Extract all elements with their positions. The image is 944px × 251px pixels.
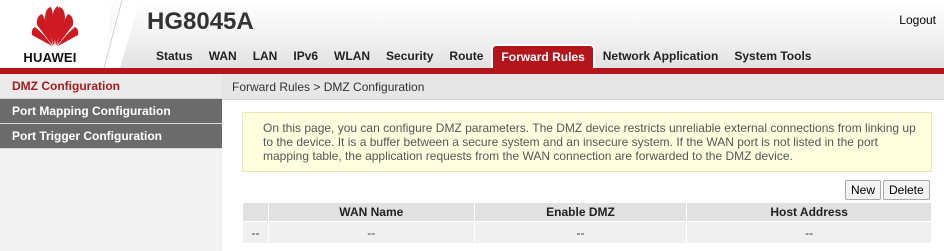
- new-button[interactable]: New: [845, 180, 882, 200]
- enable-dmz-cell: --: [473, 221, 688, 244]
- nav-ipv6[interactable]: IPv6: [285, 44, 326, 68]
- enable-dmz-header: Enable DMZ: [473, 202, 688, 222]
- main-nav: Status WAN LAN IPv6 WLAN Security Route …: [148, 44, 819, 68]
- top-header: HUAWEI HG8045A Logout Status WAN LAN IPv…: [0, 0, 944, 68]
- nav-wlan[interactable]: WLAN: [326, 44, 378, 68]
- header-divider: [100, 0, 140, 68]
- nav-route[interactable]: Route: [441, 44, 491, 68]
- huawei-logo: HUAWEI: [0, 0, 110, 68]
- delete-button[interactable]: Delete: [883, 180, 930, 200]
- huawei-logo-icon: [31, 6, 79, 46]
- dmz-table: WAN Name Enable DMZ Host Address -- -- -…: [242, 202, 932, 244]
- nav-security[interactable]: Security: [378, 44, 441, 68]
- logo-text: HUAWEI: [23, 50, 77, 65]
- host-address-header: Host Address: [686, 202, 932, 222]
- host-address-cell: --: [686, 221, 932, 244]
- sidebar-item-port-trigger[interactable]: Port Trigger Configuration: [0, 124, 222, 149]
- nav-system-tools[interactable]: System Tools: [726, 44, 819, 68]
- sidebar-item-port-mapping[interactable]: Port Mapping Configuration: [0, 99, 222, 124]
- breadcrumb: Forward Rules > DMZ Configuration: [222, 74, 944, 100]
- wan-name-header: WAN Name: [267, 202, 475, 222]
- nav-network-application[interactable]: Network Application: [595, 44, 727, 68]
- row-select-cell: --: [242, 221, 269, 244]
- wan-name-cell: --: [267, 221, 475, 244]
- sidebar: DMZ Configuration Port Mapping Configura…: [0, 74, 222, 251]
- select-column-header: [242, 202, 269, 222]
- table-row[interactable]: -- -- -- --: [242, 221, 932, 244]
- table-header-row: WAN Name Enable DMZ Host Address: [242, 202, 932, 222]
- nav-forward-rules[interactable]: Forward Rules: [491, 44, 595, 68]
- nav-lan[interactable]: LAN: [245, 44, 286, 68]
- info-box: On this page, you can configure DMZ para…: [242, 112, 932, 172]
- logout-link[interactable]: Logout: [899, 13, 936, 27]
- device-model: HG8045A: [147, 8, 254, 35]
- nav-wan[interactable]: WAN: [201, 44, 245, 68]
- nav-status[interactable]: Status: [148, 44, 201, 68]
- sidebar-item-dmz[interactable]: DMZ Configuration: [0, 74, 222, 99]
